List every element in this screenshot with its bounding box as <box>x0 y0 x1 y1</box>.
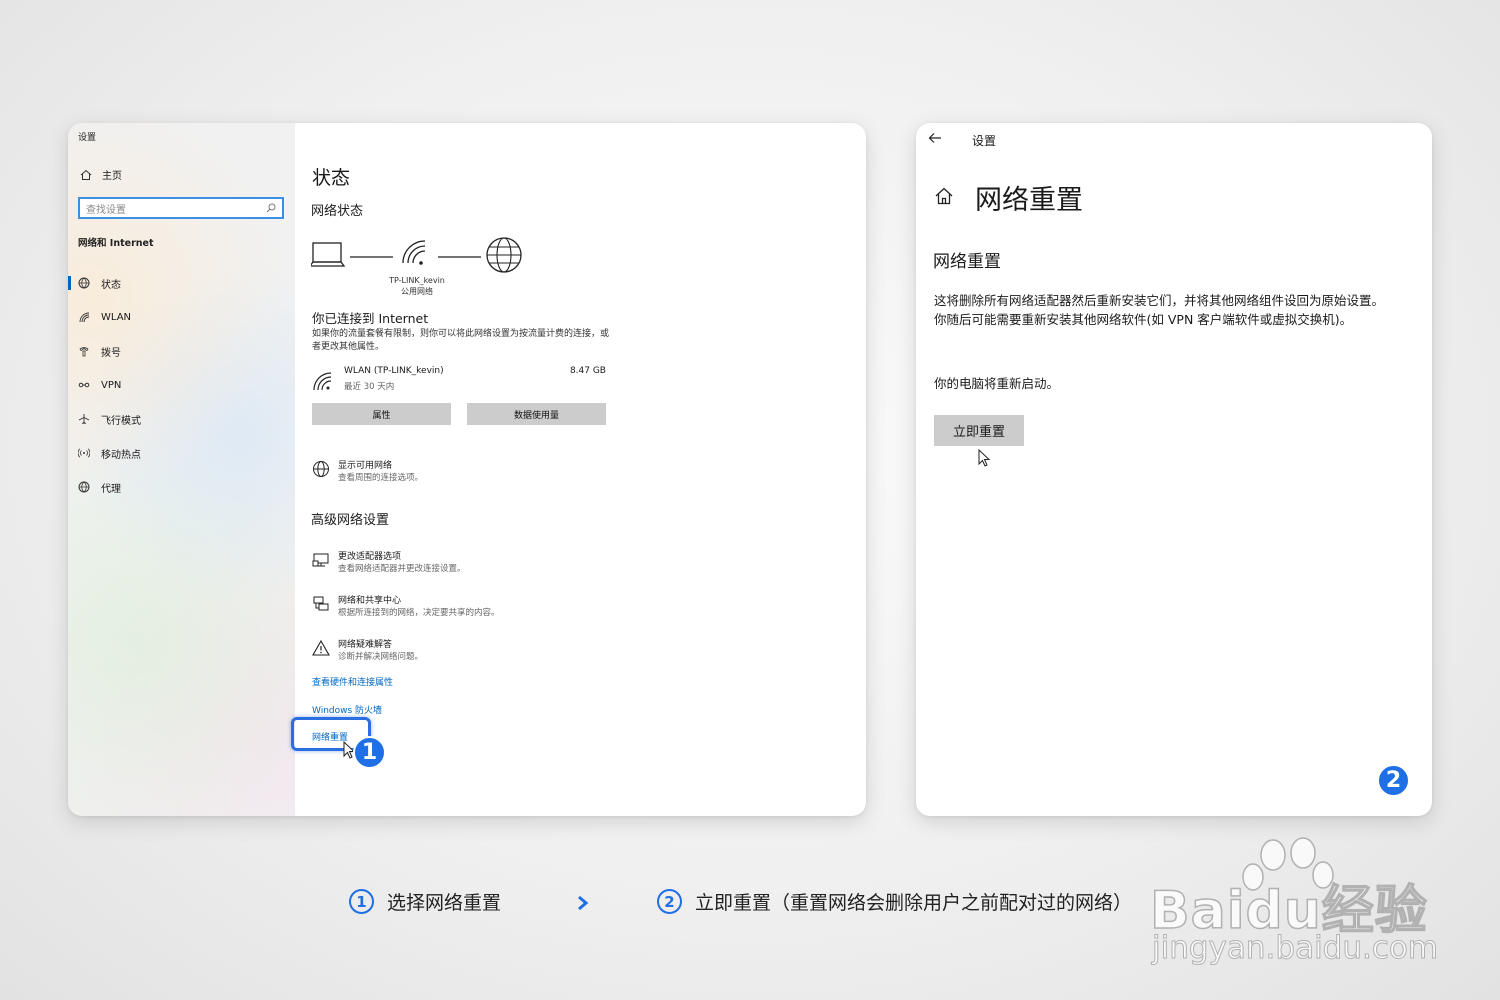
troubleshoot-item[interactable]: 网络疑难解答 诊断并解决网络问题。 <box>312 637 632 667</box>
option-desc: 根据所连接到的网络，决定要共享的内容。 <box>338 608 500 618</box>
show-networks-option[interactable]: 显示可用网络 查看周围的连接选项。 <box>312 458 632 488</box>
firewall-link[interactable]: Windows 防火墙 <box>312 703 382 716</box>
proxy-globe-icon <box>78 481 90 493</box>
monitor-network-icon <box>312 551 330 569</box>
sidebar-item-status[interactable]: 状态 <box>68 274 121 292</box>
sidebar-item-vpn[interactable]: VPN <box>68 376 121 394</box>
phone-dialup-icon <box>78 345 90 357</box>
sidebar-section-title: 网络和 Internet <box>78 238 154 249</box>
step-badge: 2 <box>1377 764 1410 797</box>
step-text: 立即重置（重置网络会删除用户之前配对过的网络） <box>695 892 1133 914</box>
step-number: 1 <box>349 889 374 914</box>
status-main-pane: 状态 网络状态 TP-LINK_kevin 公用网络 你已连接到 Interne… <box>291 123 866 816</box>
option-desc: 查看周围的连接选项。 <box>338 473 424 483</box>
sidebar-item-airplane[interactable]: 飞行模式 <box>68 410 141 428</box>
step-text: 选择网络重置 <box>387 892 502 914</box>
step-badge: 1 <box>353 736 386 769</box>
settings-window-status: 设置 主页 查找设置 网络和 Internet 状态 WLAN 拨号 VPN 飞… <box>68 123 866 816</box>
properties-button[interactable]: 属性 <box>312 403 451 425</box>
option-desc: 诊断并解决网络问题。 <box>338 652 424 662</box>
home-icon <box>934 186 954 206</box>
sharing-center-icon <box>312 595 330 613</box>
wifi-router-icon <box>402 240 426 265</box>
hardware-properties-link[interactable]: 查看硬件和连接属性 <box>312 675 393 688</box>
option-title: 网络和共享中心 <box>338 596 402 606</box>
sidebar-item-label: 飞行模式 <box>101 415 141 427</box>
mouse-cursor-icon <box>978 449 991 467</box>
search-placeholder: 查找设置 <box>86 204 126 216</box>
connection-name: WLAN (TP-LINK_kevin) <box>344 366 444 376</box>
home-icon <box>80 169 92 181</box>
sidebar-item-proxy[interactable]: 代理 <box>68 478 121 496</box>
caption-step-1: 1 选择网络重置 <box>349 888 501 915</box>
page-title: 网络重置 <box>975 185 1083 216</box>
option-title: 更改适配器选项 <box>338 552 402 562</box>
sidebar-item-label: 状态 <box>101 279 121 291</box>
caption-step-2: 2 立即重置（重置网络会删除用户之前配对过的网络） <box>657 888 1132 915</box>
advanced-settings-heading: 高级网络设置 <box>311 513 390 528</box>
option-desc: 查看网络适配器并更改连接设置。 <box>338 564 466 574</box>
option-title: 显示可用网络 <box>338 461 393 471</box>
connection-period: 最近 30 天内 <box>344 382 395 392</box>
data-usage-button[interactable]: 数据使用量 <box>467 403 606 425</box>
sidebar-item-label: 移动热点 <box>101 449 141 461</box>
sharing-center-item[interactable]: 网络和共享中心 根据所连接到的网络，决定要共享的内容。 <box>312 593 632 623</box>
network-ssid-caption: TP-LINK_kevin 公用网络 <box>375 275 459 297</box>
laptop-icon <box>311 242 346 267</box>
sidebar: 设置 主页 查找设置 网络和 Internet 状态 WLAN 拨号 VPN 飞… <box>68 123 295 816</box>
restart-note: 你的电脑将重新启动。 <box>934 376 1060 391</box>
sidebar-item-hotspot[interactable]: 移动热点 <box>68 444 141 462</box>
wifi-icon <box>78 311 90 323</box>
globe-icon <box>312 460 330 478</box>
sidebar-home[interactable]: 主页 <box>80 167 122 182</box>
connected-title: 你已连接到 Internet <box>312 311 429 326</box>
globe-status-icon <box>78 277 90 289</box>
connection-row: WLAN (TP-LINK_kevin) 最近 30 天内 8.47 GB <box>312 366 606 396</box>
window-title: 设置 <box>972 134 997 148</box>
sidebar-home-label: 主页 <box>102 171 122 182</box>
section-title: 网络重置 <box>933 252 1001 272</box>
settings-window-network-reset: 设置 网络重置 网络重置 这将删除所有网络适配器然后重新安装它们，并将其他网络组… <box>916 123 1432 816</box>
connected-description: 如果你的流量套餐有限制，则你可以将此网络设置为按流量计费的连接，或者更改其他属性… <box>312 329 610 352</box>
sidebar-item-dialup[interactable]: 拨号 <box>68 342 121 360</box>
network-type-label: 公用网络 <box>401 287 433 296</box>
data-usage-amount: 8.47 GB <box>569 366 606 376</box>
vpn-icon <box>78 379 90 391</box>
option-title: 网络疑难解答 <box>338 640 393 650</box>
window-title: 设置 <box>78 133 97 143</box>
chevron-right-icon <box>578 895 589 911</box>
back-arrow-icon[interactable] <box>928 131 942 145</box>
sidebar-item-label: WLAN <box>101 311 132 323</box>
step-number: 2 <box>657 889 682 914</box>
airplane-icon <box>78 413 90 425</box>
search-icon <box>266 203 276 213</box>
search-input[interactable]: 查找设置 <box>78 197 284 219</box>
warning-icon <box>312 639 330 657</box>
ssid-label: TP-LINK_kevin <box>389 276 445 285</box>
watermark-url: jingyan.baidu.com <box>1151 930 1439 967</box>
page-title: 状态 <box>312 167 351 189</box>
hotspot-icon <box>78 447 90 459</box>
network-status-heading: 网络状态 <box>311 204 364 219</box>
reset-now-button[interactable]: 立即重置 <box>934 415 1024 446</box>
active-indicator <box>68 276 71 290</box>
sidebar-item-label: 拨号 <box>101 347 121 359</box>
internet-globe-icon <box>486 237 522 273</box>
sidebar-item-wlan[interactable]: WLAN <box>68 308 131 326</box>
sidebar-item-label: VPN <box>101 379 122 391</box>
adapter-options-item[interactable]: 更改适配器选项 查看网络适配器并更改连接设置。 <box>312 549 632 579</box>
reset-description: 这将删除所有网络适配器然后重新安装它们，并将其他网络组件设回为原始设置。你随后可… <box>934 293 1385 327</box>
wifi-icon <box>312 371 334 391</box>
sidebar-item-label: 代理 <box>101 483 121 495</box>
